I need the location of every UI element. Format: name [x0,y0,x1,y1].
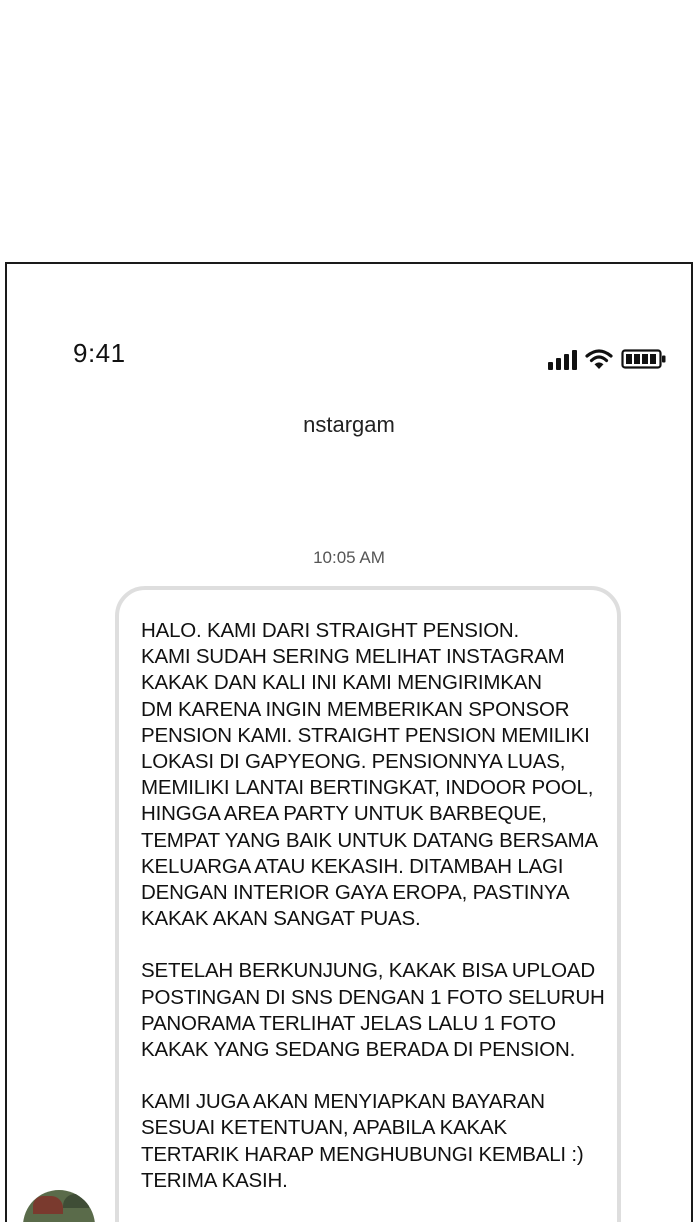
incoming-message-bubble[interactable]: HALO. KAMI DARI STRAIGHT PENSION. KAMI S… [115,586,621,1222]
message-paragraph-3: KAMI JUGA AKAN MENYIAPKAN BAYARAN SESUAI… [141,1090,584,1192]
phone-screen-frame: 9:41 nstargam 10:05 AM HALO. KAMI DARI S… [5,262,693,1222]
app-title: nstargam [303,412,395,437]
battery-icon [621,349,666,369]
sender-avatar[interactable] [23,1190,95,1222]
cellular-signal-icon [548,350,577,370]
wifi-icon [585,349,613,369]
status-bar-time: 9:41 [73,338,126,368]
message-paragraph-2: SETELAH BERKUNJUNG, KAKAK BISA UPLOAD PO… [141,959,605,1062]
message-timestamp: 10:05 AM [313,548,385,567]
message-paragraph-1: HALO. KAMI DARI STRAIGHT PENSION. KAMI S… [141,619,598,931]
status-bar-icons [548,344,667,370]
